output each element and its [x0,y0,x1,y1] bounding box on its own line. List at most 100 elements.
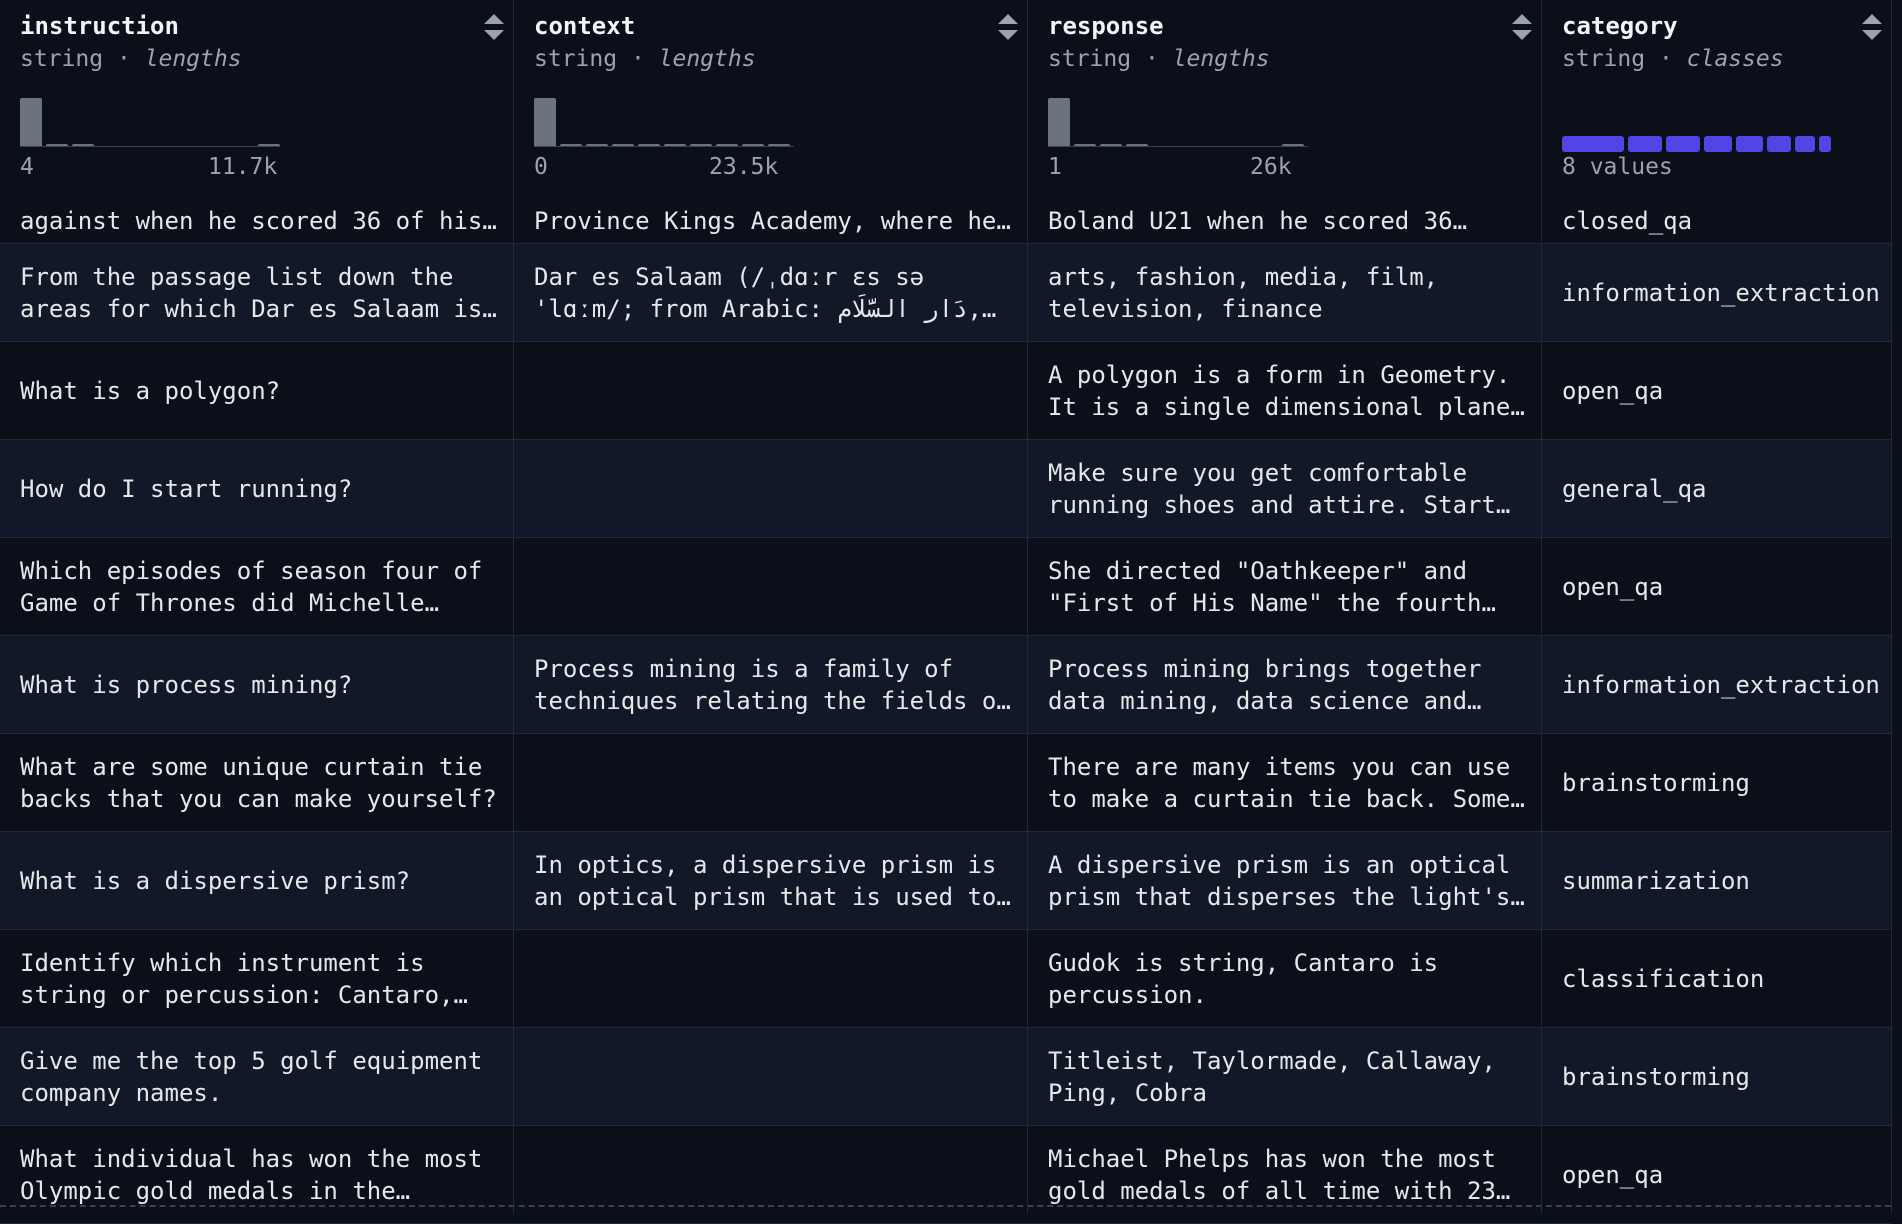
cell-instruction[interactable]: What is a dispersive prism? [0,832,513,929]
cell-response[interactable]: Titleist, Taylormade, Callaway, Ping, Co… [1028,1028,1541,1125]
cell-context[interactable] [514,1028,1027,1125]
cell-text: Boland U21 when he scored 36… [1048,207,1468,235]
cell-instruction[interactable]: From the passage list down the areas for… [0,244,513,341]
dataset-viewer-table: against when he scored 36 of his… Provinc… [0,0,1902,1224]
cell-text: arts, fashion, media, film, television, … [1048,262,1439,323]
cell-context[interactable]: Dar es Salaam (/ˌdɑːr ɛs sə 'lɑːm/; from… [514,244,1027,341]
histogram-min: 4 [20,154,34,180]
class-segment [1562,136,1624,152]
cell-category[interactable]: open_qa [1542,538,1891,635]
cell-response[interactable]: Michael Phelps has won the most gold med… [1028,1126,1541,1223]
cell-instruction[interactable]: How do I start running? [0,440,513,537]
column-header-response[interactable]: response string · lengths 1 26k [1028,0,1541,180]
column-header-instruction[interactable]: instruction string · lengths 4 11.7k [0,0,513,180]
table-row[interactable]: What individual has won the most Olympic… [0,1126,1891,1224]
class-distribution-bar [1562,136,1831,152]
column-name: response [1048,12,1164,40]
class-segment [1767,136,1791,152]
cell-category[interactable]: classification [1542,930,1891,1027]
cell-category[interactable]: general_qa [1542,440,1891,537]
cell-text: What are some unique curtain tie backs t… [20,752,497,813]
cell-text: There are many items you can use to make… [1048,752,1525,813]
cell-text: In optics, a dispersive prism is an opti… [534,850,1011,911]
length-histogram [534,96,794,150]
cell-response[interactable]: Gudok is string, Cantaro is percussion. [1028,930,1541,1027]
cell-context[interactable] [514,734,1027,831]
cell-text: open_qa [1562,1160,1664,1189]
histogram-max: 26k [1250,154,1292,180]
cell-text: information_extraction [1562,278,1880,307]
table-row[interactable]: What is a dispersive prism? In optics, a … [0,832,1891,930]
cell-response[interactable]: She directed "Oathkeeper" and "First of … [1028,538,1541,635]
cell-text: Process mining is a family of techniques… [534,654,1011,715]
cell-response[interactable]: A dispersive prism is an optical prism t… [1028,832,1541,929]
cell-instruction[interactable]: What is a polygon? [0,342,513,439]
table-row[interactable]: From the passage list down the areas for… [0,244,1891,342]
cell-category[interactable]: information_extraction [1542,244,1891,341]
cell-response[interactable]: Make sure you get comfortable running sh… [1028,440,1541,537]
histogram-max: 11.7k [208,154,278,180]
cell-response[interactable]: A polygon is a form in Geometry. It is a… [1028,342,1541,439]
cell-context[interactable] [514,538,1027,635]
cell-instruction[interactable]: Which episodes of season four of Game of… [0,538,513,635]
cell-category[interactable]: open_qa [1542,1126,1891,1223]
cell-context[interactable] [514,930,1027,1027]
sort-icon[interactable] [998,14,1018,42]
cell-category[interactable]: summarization [1542,832,1891,929]
cell-instruction[interactable]: Give me the top 5 golf equipment company… [0,1028,513,1125]
table-row[interactable]: What is process mining? Process mining is… [0,636,1891,734]
column-type: string · lengths [1048,46,1270,72]
column-header-context[interactable]: context string · lengths 0 23.5k [514,0,1027,180]
cell-category[interactable]: information_extraction [1542,636,1891,733]
cell-text: She directed "Oathkeeper" and "First of … [1048,556,1496,617]
cell-text: What is a dispersive prism? [20,866,411,895]
cell-text: classification [1562,964,1765,993]
table-row[interactable]: What are some unique curtain tie backs t… [0,734,1891,832]
histogram-max: 23.5k [709,154,779,180]
sort-icon[interactable] [1862,14,1882,42]
cell-context[interactable]: Process mining is a family of techniques… [514,636,1027,733]
cell-text: What is process mining? [20,670,353,699]
cell-response[interactable]: arts, fashion, media, film, television, … [1028,244,1541,341]
table-row[interactable]: Give me the top 5 golf equipment company… [0,1028,1891,1126]
column-header-category[interactable]: category string · classes 8 values [1542,0,1891,180]
cell-text: Make sure you get comfortable running sh… [1048,458,1511,519]
cell-text: closed_qa [1562,207,1693,235]
table-row[interactable]: How do I start running? Make sure you get… [0,440,1891,538]
cell-text: information_extraction [1562,670,1880,699]
table-row[interactable]: What is a polygon? A polygon is a form in… [0,342,1891,440]
cell-category[interactable]: brainstorming [1542,1028,1891,1125]
cell-text: Province Kings Academy, where he… [534,207,1011,235]
cell-text: From the passage list down the areas for… [20,262,497,323]
cell-text: What is a polygon? [20,376,281,405]
cell-instruction[interactable]: What individual has won the most Olympic… [0,1126,513,1223]
cell-category[interactable]: brainstorming [1542,734,1891,831]
column-name: context [534,12,636,40]
cell-instruction[interactable]: Identify which instrument is string or p… [0,930,513,1027]
length-histogram [1048,96,1308,150]
table-row[interactable]: Identify which instrument is string or p… [0,930,1891,1028]
sort-icon[interactable] [484,14,504,42]
cell-text: open_qa [1562,376,1664,405]
cell-text: A dispersive prism is an optical prism t… [1048,850,1525,911]
cell-category[interactable]: open_qa [1542,342,1891,439]
cell-context[interactable] [514,1126,1027,1223]
table-header: instruction string · lengths 4 11.7k con… [0,0,1891,180]
cell-text: How do I start running? [20,474,353,503]
cell-context[interactable]: In optics, a dispersive prism is an opti… [514,832,1027,929]
table-row[interactable]: Which episodes of season four of Game of… [0,538,1891,636]
cell-context[interactable] [514,440,1027,537]
cell-text: Give me the top 5 golf equipment company… [20,1046,483,1107]
cell-response[interactable]: Process mining brings together data mini… [1028,636,1541,733]
cell-instruction[interactable]: What are some unique curtain tie backs t… [0,734,513,831]
class-segment [1736,136,1763,152]
cell-response[interactable]: There are many items you can use to make… [1028,734,1541,831]
cell-text: Process mining brings together data mini… [1048,654,1482,715]
histogram-bar [1048,98,1070,146]
cell-text: against when he scored 36 of his… [20,207,497,235]
cell-text: Michael Phelps has won the most gold med… [1048,1144,1511,1205]
cell-instruction[interactable]: What is process mining? [0,636,513,733]
length-histogram [20,96,280,150]
cell-context[interactable] [514,342,1027,439]
sort-icon[interactable] [1512,14,1532,42]
